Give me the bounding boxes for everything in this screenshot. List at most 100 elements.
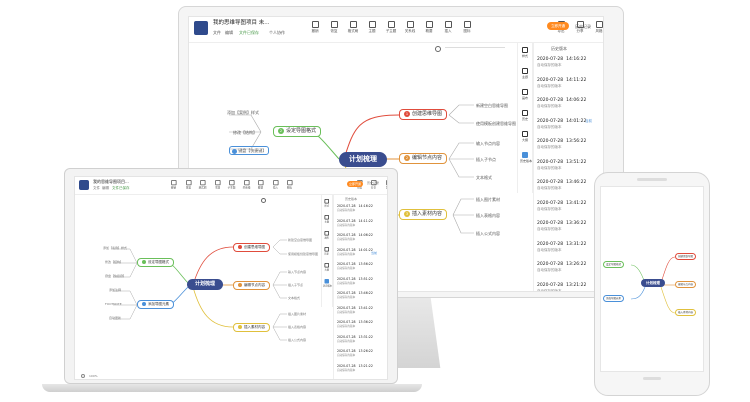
add-icon [232, 148, 237, 154]
laptop-branch-left-2[interactable]: 添加导图元素 [137, 300, 174, 309]
history-date[interactable]: 2020-07-28 14:11:22 [537, 78, 586, 83]
laptop-history-sub: 自动保存的版本 [337, 267, 356, 271]
history-date[interactable]: 2020-07-28 14:01:22 [537, 119, 586, 124]
phone-home-button[interactable] [643, 377, 661, 380]
leaf-3-3[interactable]: 插入公式内容 [476, 230, 500, 237]
laptop-left-leaf-3[interactable]: 键盘【快捷键】 [105, 273, 126, 280]
rail-label: 主题 [521, 75, 528, 79]
laptop-leaf-1-2[interactable]: 使用模板创建思维导图 [288, 251, 318, 258]
laptop-mindmap-center[interactable]: 计划梳理 [187, 279, 223, 290]
version-icon [324, 279, 329, 284]
rail-outline[interactable]: 大纲 [520, 131, 530, 142]
leaf-3-1[interactable]: 插入图片素材 [476, 196, 500, 203]
history-time: 14:11:22 [358, 218, 373, 223]
laptop-leaf-2-1[interactable]: 输入节点内容 [288, 269, 306, 276]
laptop-history-sub: 自动保存的版本 [337, 339, 356, 343]
laptop-history-sub: 自动保存的版本 [337, 238, 356, 242]
mindmap-center[interactable]: 计划梳理 [339, 152, 387, 167]
phone-branch-left-1[interactable]: 设定导图格式 [603, 261, 625, 268]
left-leaf-3[interactable]: 键盘【快捷键】 [229, 146, 270, 155]
rail-label: 画布 [324, 236, 329, 240]
laptop-leaf-3-2[interactable]: 插入表格内容 [288, 324, 306, 331]
branch-left[interactable]: 2 设定导图格式 [273, 126, 322, 137]
history-time: 13:31:22 [566, 241, 587, 247]
history-date[interactable]: 2020-07-28 14:06:22 [537, 98, 586, 103]
leaf-1-2[interactable]: 使用模板创建思维导图 [476, 120, 516, 127]
history-day: 2020-07-28 [537, 200, 564, 206]
history-time: 13:51:22 [566, 159, 587, 165]
leaf-3-2[interactable]: 插入表格内容 [476, 212, 500, 219]
laptop-leaf-2-3[interactable]: 文本格式 [288, 295, 300, 302]
branch-1[interactable]: 1 创建思维导图 [399, 109, 448, 120]
leaf-1-1[interactable]: 新建空白思维导图 [476, 102, 508, 109]
history-time: 13:26:22 [358, 349, 373, 353]
history-date[interactable]: 2020-07-28 13:31:22 [537, 242, 586, 247]
leaf-2-2[interactable]: 插入子节点 [476, 156, 496, 163]
history-date[interactable]: 2020-07-28 13:26:22 [537, 262, 586, 267]
laptop-rail-canvas[interactable]: 画布 [323, 231, 331, 239]
rail-history[interactable]: 历史 [520, 110, 530, 121]
laptop-leaf-3-3[interactable]: 插入公式内容 [288, 337, 306, 344]
laptop-leaf-3-1[interactable]: 插入图片素材 [288, 311, 306, 318]
phone-branch-3[interactable]: 插入素材内容 [675, 309, 697, 316]
laptop-rail-history[interactable]: 历史 [323, 247, 331, 255]
history-sub: 自动保存的版本 [537, 83, 562, 88]
rail-label: 样式 [521, 54, 528, 58]
phone-branch-2[interactable]: 编辑节点内容 [675, 281, 697, 288]
phone-branch-1[interactable]: 创建思维导图 [675, 253, 697, 260]
rail-label: 大纲 [324, 268, 329, 272]
laptop-leaf-1-1[interactable]: 新建空白思维导图 [288, 237, 312, 244]
leaf-2-3[interactable]: 文本格式 [476, 174, 492, 181]
history-date[interactable]: 2020-07-28 13:36:22 [537, 221, 586, 226]
laptop-rail-outline[interactable]: 大纲 [323, 263, 331, 271]
history-day: 2020-07-28 [537, 241, 564, 247]
laptop-left-leaf-2[interactable]: 修改【结构】 [105, 259, 123, 266]
history-sub: 自动保存的版本 [537, 145, 562, 149]
outline-icon [324, 263, 329, 268]
laptop-base [42, 384, 422, 392]
zoom-out-icon[interactable] [81, 374, 85, 378]
history-time: 14:16:22 [358, 204, 373, 208]
history-day: 2020-07-28 [537, 180, 564, 185]
theme-icon [522, 68, 528, 74]
laptop-history-sub: 自动保存的版本 [337, 325, 356, 329]
laptop-left-leaf-1[interactable]: 添加【案例】样式 [103, 245, 127, 252]
left-leaf-1[interactable]: 添加【案例】样式 [227, 109, 259, 116]
laptop-branch-1[interactable]: 创建思维导图 [233, 243, 270, 252]
phone-branch-left-2[interactable]: 添加导图元素 [603, 295, 625, 302]
rail-canvas[interactable]: 画布 [520, 89, 530, 100]
left-leaf-2[interactable]: 修改【结构】 [233, 129, 257, 136]
history-sub: 自动保存的版本 [537, 247, 562, 252]
history-time: 13:31:22 [358, 334, 373, 339]
canvas-icon [522, 89, 528, 95]
laptop-branch-2[interactable]: 编辑节点内容 [233, 281, 270, 290]
laptop-branch-left-1[interactable]: 设定导图格式 [137, 258, 174, 267]
laptop-branch-3[interactable]: 插入素材内容 [233, 323, 270, 332]
history-date[interactable]: 2020-07-28 13:41:22 [537, 201, 586, 206]
history-date[interactable]: 2020-07-28 13:56:22 [537, 139, 586, 144]
phone-mindmap-center[interactable]: 计划梳理 [641, 279, 665, 287]
history-day: 2020-07-28 [537, 57, 564, 62]
laptop-left2-leaf-2[interactable]: FOOTNOTE [105, 301, 122, 308]
branch-2[interactable]: 2 编辑节点内容 [399, 153, 448, 164]
laptop-rail-theme[interactable]: 主题 [323, 215, 331, 223]
phone-screen: 计划梳理 设定导图格式 添加导图元素 创建思维导图 编辑节点内容 插入素材内容 [600, 186, 704, 372]
rail-style[interactable]: 样式 [520, 47, 530, 58]
laptop-rail-style[interactable]: 样式 [323, 199, 331, 207]
rail-version[interactable]: 历史版本 [520, 152, 532, 163]
history-sub: 自动保存的版本 [537, 206, 562, 211]
rail-label: 历史 [324, 252, 329, 256]
rail-label: 主题 [324, 220, 329, 224]
laptop-left2-leaf-3[interactable]: 自动更新 [109, 315, 121, 322]
zoom-level[interactable]: 100% [89, 373, 98, 379]
rail-theme[interactable]: 主题 [520, 68, 530, 79]
history-date[interactable]: 2020-07-28 14:16:22 [537, 57, 586, 62]
history-date[interactable]: 2020-07-28 13:21:22 [537, 283, 586, 288]
branch-3[interactable]: 3 插入素材内容 [399, 209, 448, 220]
leaf-2-1[interactable]: 输入节点内容 [476, 140, 500, 147]
history-date[interactable]: 2020-07-28 13:46:22 [537, 180, 586, 185]
laptop-leaf-2-2[interactable]: 插入子节点 [288, 282, 303, 289]
history-date[interactable]: 2020-07-28 13:51:22 [537, 160, 586, 165]
laptop-left2-leaf-1[interactable]: 添加注释 [109, 287, 121, 294]
laptop-rail-version[interactable]: 历史版本 [323, 279, 332, 287]
